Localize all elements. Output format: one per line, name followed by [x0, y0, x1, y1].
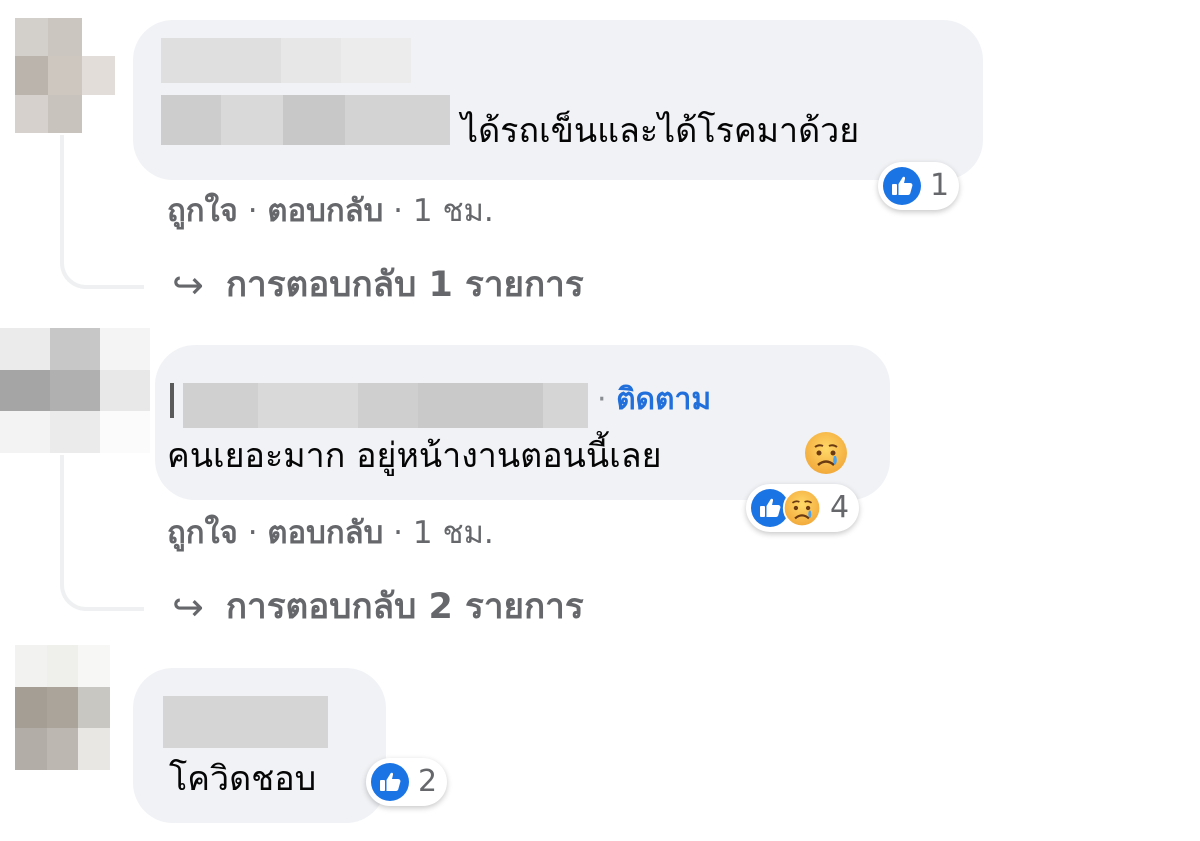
reaction-summary[interactable]: 2 — [366, 758, 448, 806]
comment-bubble: ได้รถเข็นและได้โรคมาด้วย — [133, 20, 983, 180]
view-replies-link[interactable]: ↪ การตอบกลับ 2 รายการ — [172, 588, 584, 626]
reply-arrow-icon: ↪ — [172, 263, 204, 307]
avatar[interactable] — [15, 18, 115, 133]
separator: · — [393, 193, 413, 229]
comment-text: ได้รถเข็นและได้โรคมาด้วย — [461, 111, 860, 151]
follow-label: ติดตาม — [616, 382, 712, 417]
like-action[interactable]: ถูกใจ — [167, 193, 238, 229]
timestamp[interactable]: 1 ชม. — [413, 515, 494, 551]
reply-action[interactable]: ตอบกลับ — [267, 515, 383, 551]
reaction-count: 4 — [830, 490, 850, 525]
commenter-name-redacted[interactable] — [163, 696, 328, 748]
separator: · — [247, 515, 268, 551]
thread-connector — [60, 455, 144, 611]
comment-actions: ถูกใจ · ตอบกลับ · 1 ชม. — [167, 518, 494, 549]
reaction-summary[interactable]: 4 — [746, 484, 860, 532]
separator: · — [393, 515, 413, 551]
comment-actions: ถูกใจ · ตอบกลับ · 1 ชม. — [167, 196, 494, 227]
replies-count-label: การตอบกลับ 2 รายการ — [225, 586, 584, 627]
thread-connector — [60, 135, 144, 289]
separator: · — [247, 193, 268, 229]
like-action[interactable]: ถูกใจ — [167, 515, 238, 551]
avatar[interactable] — [15, 645, 110, 770]
comment-bubble: โควิดชอบ — [133, 668, 386, 823]
comment-text: โควิดชอบ — [169, 759, 317, 799]
commenter-name-redacted[interactable] — [170, 383, 174, 418]
like-icon — [883, 167, 921, 205]
follow-link[interactable]: · ติดตาม — [597, 385, 711, 415]
comments-panel: ได้รถเข็นและได้โรคมาด้วย 1 ถูกใจ · ตอบกล… — [0, 0, 1200, 841]
view-replies-link[interactable]: ↪ การตอบกลับ 1 รายการ — [172, 266, 584, 304]
reaction-count: 1 — [930, 168, 950, 203]
commenter-name-redacted[interactable] — [161, 38, 281, 83]
reply-arrow-icon: ↪ — [172, 585, 204, 629]
sad-emoji-icon — [805, 432, 847, 474]
comment-text: คนเยอะมาก อยู่หน้างานตอนนี้เลย — [167, 436, 662, 476]
reaction-count: 2 — [418, 764, 438, 799]
sad-emoji-icon — [782, 488, 822, 528]
reaction-summary[interactable]: 1 — [878, 162, 960, 210]
replies-count-label: การตอบกลับ 1 รายการ — [225, 264, 584, 305]
timestamp[interactable]: 1 ชม. — [413, 193, 494, 229]
avatar[interactable] — [0, 328, 150, 453]
reply-action[interactable]: ตอบกลับ — [267, 193, 383, 229]
comment-bubble: · ติดตาม คนเยอะมาก อยู่หน้างานตอนนี้เลย — [155, 345, 890, 500]
like-icon — [371, 763, 409, 801]
